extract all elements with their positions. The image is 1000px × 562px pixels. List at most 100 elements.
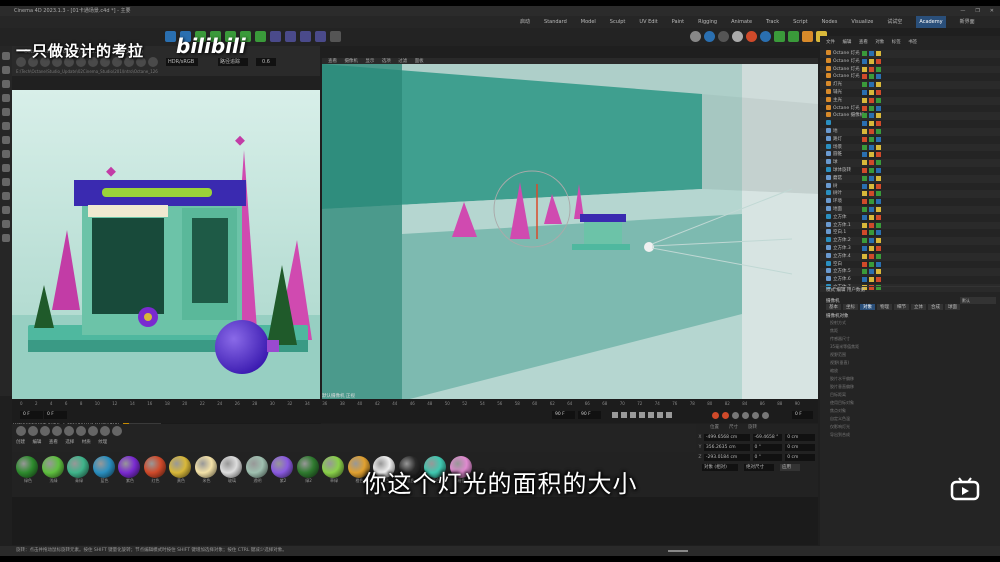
object-row[interactable]: 空白 — [820, 260, 1000, 269]
live-select-icon[interactable] — [2, 66, 10, 74]
settings-icon[interactable] — [148, 57, 158, 67]
workspace-tab[interactable]: Rigging — [698, 16, 717, 28]
workspace-tab[interactable]: Track — [766, 16, 779, 28]
tag-icon[interactable] — [862, 160, 867, 166]
attr-mode-select[interactable]: 默认 — [960, 297, 996, 304]
tag-icon[interactable] — [876, 238, 881, 244]
tag-icon[interactable] — [862, 261, 867, 267]
axis-mode-icon[interactable] — [2, 192, 10, 200]
object-row[interactable]: 空白.1 — [820, 229, 1000, 237]
rot-b-field[interactable]: 0 ° — [752, 453, 783, 461]
object-row[interactable]: Octane 灯光 — [820, 73, 1000, 81]
right-frame-field[interactable]: 0 F — [792, 411, 813, 419]
tag-icon[interactable] — [876, 51, 881, 56]
tag-icon[interactable] — [869, 136, 874, 142]
octane-settings-icon[interactable] — [690, 31, 701, 42]
workspace-tab[interactable]: Model — [581, 16, 596, 28]
tag-icon[interactable] — [862, 113, 867, 119]
object-row[interactable]: 场景 — [820, 143, 1000, 152]
octane-cloud-icon[interactable] — [802, 31, 813, 42]
tag-icon[interactable] — [862, 82, 867, 88]
tag-icon[interactable] — [862, 277, 867, 283]
tag-icon[interactable] — [869, 144, 874, 150]
tag-icon[interactable] — [869, 167, 874, 173]
octane-env-icon[interactable] — [732, 31, 743, 42]
workspace-tab[interactable]: 试试空 — [887, 16, 902, 28]
tag-icon[interactable] — [876, 230, 881, 236]
texture-mode-icon[interactable] — [2, 178, 10, 186]
tag-icon[interactable] — [862, 206, 867, 212]
tag-icon[interactable] — [862, 66, 867, 72]
camera-icon[interactable] — [285, 31, 296, 42]
play-icon[interactable] — [639, 412, 645, 418]
mat-filter-icon[interactable] — [16, 426, 26, 436]
attr-tab[interactable]: 对象 — [860, 304, 875, 310]
mat-menu-texture[interactable]: 纹理 — [98, 440, 107, 445]
workspace-tab[interactable]: Script — [793, 16, 808, 28]
tag-icon[interactable] — [862, 105, 867, 111]
tag-icon[interactable] — [862, 58, 867, 64]
attr-property[interactable]: 视野(垂直) — [820, 359, 1000, 367]
tag-icon[interactable] — [869, 206, 874, 212]
object-row[interactable]: 立方体 — [820, 213, 1000, 222]
tag-icon[interactable] — [869, 152, 874, 158]
tag-icon[interactable] — [862, 152, 867, 158]
tag-icon[interactable] — [869, 191, 874, 197]
object-row[interactable]: 树 — [820, 182, 1000, 191]
tag-icon[interactable] — [876, 245, 881, 251]
object-row[interactable]: 蘑菇 — [820, 174, 1000, 183]
object-row[interactable]: 立方体.1 — [820, 221, 1000, 230]
tag-icon[interactable] — [862, 167, 867, 173]
object-row[interactable]: 辅光 — [820, 88, 1000, 97]
octane-light-icon[interactable] — [760, 31, 771, 42]
object-row[interactable]: 地 — [820, 127, 1000, 136]
tag-icon[interactable] — [869, 175, 874, 181]
tag-icon[interactable] — [862, 230, 867, 236]
attr-tab[interactable]: 立体 — [911, 304, 926, 310]
size-z-field[interactable]: 0 cm — [785, 453, 815, 461]
octane-live-icon[interactable] — [704, 31, 715, 42]
object-row[interactable]: Octane 摄像机 — [820, 112, 1000, 121]
tag-icon[interactable] — [869, 261, 874, 267]
mat-cone-icon[interactable] — [88, 426, 98, 436]
object-row[interactable]: 立方体.4 — [820, 252, 1000, 261]
tag-icon[interactable] — [862, 199, 867, 205]
octane-scatter-icon[interactable] — [788, 31, 799, 42]
rotate-tool-icon[interactable] — [2, 108, 10, 116]
rot-key-icon[interactable] — [752, 412, 759, 419]
snap-icon[interactable] — [2, 206, 10, 214]
tag-icon[interactable] — [862, 253, 867, 259]
rot-h-field[interactable]: -69.4658 ° — [752, 433, 783, 441]
move-icon[interactable] — [165, 31, 176, 42]
pos-z-field[interactable]: -293.0184 cm — [703, 453, 750, 461]
tag-icon[interactable] — [876, 222, 881, 228]
workplane-icon[interactable] — [2, 234, 10, 242]
prev-key-icon[interactable] — [621, 412, 627, 418]
mat-menu-edit[interactable]: 编辑 — [32, 440, 41, 445]
pos-key-icon[interactable] — [742, 412, 749, 419]
mat-menu-view[interactable]: 查看 — [49, 440, 58, 445]
mat-light-icon[interactable] — [112, 426, 122, 436]
deformer-icon[interactable] — [255, 31, 266, 42]
tag-icon[interactable] — [876, 175, 881, 181]
keyframe-select-icon[interactable] — [732, 412, 739, 419]
object-row[interactable]: Octane 灯光 — [820, 57, 1000, 66]
attr-tab[interactable]: 基本 — [826, 304, 841, 310]
attr-property[interactable]: 导出到合成 — [820, 431, 1000, 439]
tag-icon[interactable] — [876, 128, 881, 134]
timeline-ruler[interactable]: 0 2 4 6 8 10 12 14 16 18 20 22 24 26 28 30 32 34 36 38 40 42 4… — [20, 401, 800, 409]
object-row[interactable]: Octane 灯光 — [820, 65, 1000, 74]
obj-menu-object[interactable]: 对象 — [875, 40, 884, 45]
grid-icon[interactable] — [2, 220, 10, 228]
main-viewport[interactable]: 默认摄像机 正视 — [322, 64, 818, 401]
tag-icon[interactable] — [869, 121, 874, 127]
tag-icon[interactable] — [869, 214, 874, 220]
obj-menu-edit[interactable]: 编辑 — [842, 40, 851, 45]
tag-icon[interactable] — [862, 51, 867, 56]
obj-menu-tags[interactable]: 标签 — [892, 40, 901, 45]
polygons-mode-icon[interactable] — [2, 150, 10, 158]
object-row[interactable]: 树叶 — [820, 190, 1000, 199]
attr-property[interactable]: 目标距离 — [820, 391, 1000, 399]
tag-icon[interactable] — [876, 66, 881, 72]
tag-icon[interactable] — [869, 183, 874, 189]
